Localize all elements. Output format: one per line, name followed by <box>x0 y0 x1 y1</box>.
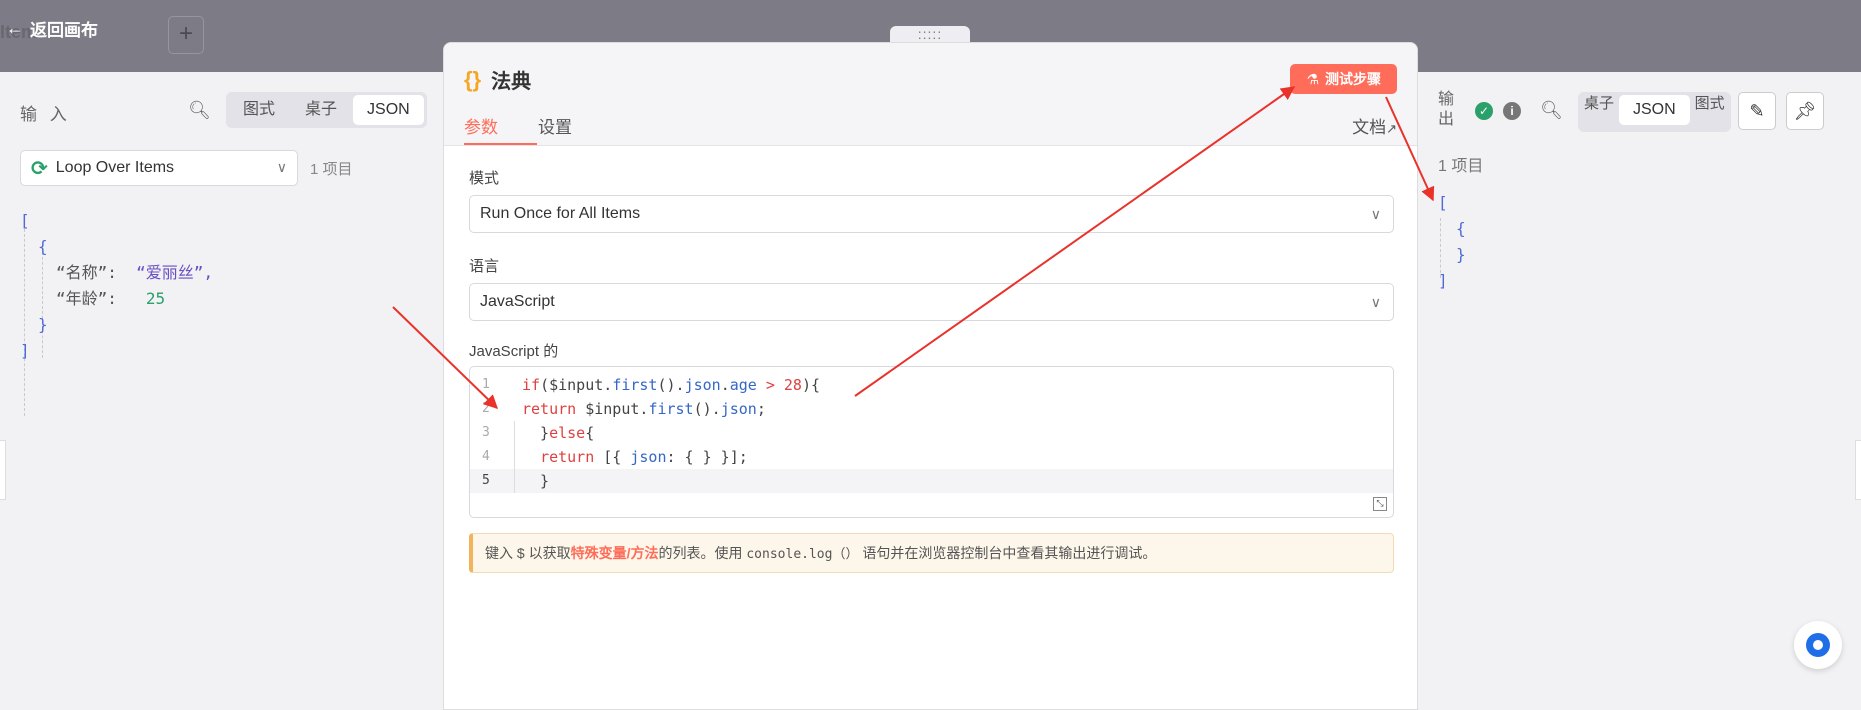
code-line: 5 } <box>470 469 1393 493</box>
arrow-left-icon: ← <box>6 18 24 38</box>
json-bracket: ] <box>1438 271 1448 290</box>
input-json-view: [ { “名称”: “爱丽丝”, “年龄”: 25 } ] <box>20 208 213 364</box>
mode-label: 模式 <box>469 170 500 187</box>
code-indent-guide <box>514 421 515 493</box>
input-view-switcher: 图式 桌子 JSON <box>226 92 427 128</box>
tab-settings[interactable]: 设置 <box>538 113 572 145</box>
flask-icon: ⚗ <box>1306 70 1319 87</box>
docs-link[interactable]: 文档↗ <box>1352 113 1397 138</box>
test-step-button[interactable]: ⚗ 测试步骤 <box>1290 64 1397 94</box>
chevron-down-icon: ∨ <box>1370 294 1381 310</box>
json-brace: { <box>1456 219 1466 238</box>
docs-label: 文档 <box>1352 118 1387 137</box>
chevron-down-icon: ∨ <box>1370 206 1381 222</box>
right-edge-tab[interactable] <box>1855 440 1861 500</box>
language-value: JavaScript <box>480 293 555 310</box>
mode-value: Run Once for All Items <box>480 205 641 222</box>
json-value: 25 <box>145 289 166 308</box>
hint-text: 的列表。使用 <box>658 545 747 561</box>
line-number: 4 <box>482 449 490 464</box>
code-line: 4 return [{ json: { } }]; <box>470 445 1393 469</box>
input-node-select[interactable]: ⟳ Loop Over Items ∨ <box>20 150 298 186</box>
output-view-json[interactable]: JSON <box>1619 95 1690 125</box>
json-brace: } <box>1456 245 1466 264</box>
output-panel-title: 输出 <box>1438 91 1455 128</box>
add-node-button[interactable]: + <box>168 16 204 54</box>
node-title: {} 法典 <box>464 65 531 94</box>
external-link-icon: ↗ <box>1386 121 1397 136</box>
input-view-table[interactable]: 桌子 <box>291 95 351 125</box>
output-item-count: 1 项目 <box>1438 158 1484 175</box>
line-number: 3 <box>482 425 490 440</box>
line-number: 1 <box>482 377 490 392</box>
input-item-count: 1 项目 <box>310 161 353 178</box>
output-json-view: [ { } ] <box>1438 190 1466 294</box>
test-step-label: 测试步骤 <box>1325 71 1381 87</box>
code-line: 3 }else{ <box>470 421 1393 445</box>
line-number: 5 <box>482 473 490 488</box>
output-view-table[interactable]: 桌子 <box>1581 95 1617 129</box>
code-line: 2 return $input.first().json; <box>470 397 1393 421</box>
language-label: 语言 <box>469 258 500 275</box>
language-select[interactable]: JavaScript ∨ <box>469 283 1394 321</box>
tab-parameters[interactable]: 参数 <box>464 113 537 145</box>
back-to-canvas-label: 返回画布 <box>30 21 98 40</box>
special-vars-link[interactable]: 特殊变量/方法 <box>571 545 659 561</box>
resize-icon[interactable]: ⤡ <box>1373 497 1387 511</box>
json-brace: } <box>38 315 48 334</box>
code-node-modal: {} 法典 ⚗ 测试步骤 参数 设置 文档↗ 模式 Run Once for A… <box>443 42 1418 710</box>
chevron-down-icon: ∨ <box>276 159 287 175</box>
json-bracket: [ <box>20 211 30 230</box>
mode-select[interactable]: Run Once for All Items ∨ <box>469 195 1394 233</box>
chat-button[interactable] <box>1794 621 1842 669</box>
input-node-name: Loop Over Items <box>55 159 175 176</box>
code-text: return [{ json: { } }]; <box>540 448 748 466</box>
edit-output-button[interactable]: ✎ <box>1738 92 1776 130</box>
code-hint: 键入 $ 以获取特殊变量/方法的列表。使用 console.log（） 语句并在… <box>469 533 1394 573</box>
hint-code: console.log（） <box>746 547 859 562</box>
pin-data-button[interactable]: 📌︎ <box>1786 92 1824 130</box>
input-view-schema[interactable]: 图式 <box>229 95 289 125</box>
node-title-text: 法典 <box>491 71 532 93</box>
back-to-canvas-link[interactable]: ← 返回画布 <box>6 16 98 41</box>
code-line: 1 if($input.first().json.age > 28){ <box>470 373 1393 397</box>
hint-text: 语句并在浏览器控制台中查看其输出进行调试。 <box>858 545 1157 561</box>
json-key: “名称”: <box>56 263 117 282</box>
pencil-icon: ✎ <box>1749 101 1765 121</box>
json-value: “爱丽丝”, <box>136 263 214 282</box>
hint-text: 键入 $ 以获取 <box>485 545 571 561</box>
input-panel: 输 入 🔍︎ 图式 桌子 JSON ⟳ Loop Over Items ∨ 1 … <box>0 72 443 710</box>
search-icon[interactable]: 🔍︎ <box>1540 100 1563 121</box>
code-text: } <box>522 472 550 490</box>
pin-icon: 📌︎ <box>1793 101 1817 121</box>
code-label: JavaScript 的 <box>469 343 559 360</box>
chat-icon <box>1806 633 1830 657</box>
json-bracket: ] <box>20 341 30 360</box>
search-icon[interactable]: 🔍︎ <box>188 100 211 121</box>
info-icon[interactable]: i <box>1503 102 1521 120</box>
output-panel: 输出 ✓ i 🔍︎ 桌子 JSON 图式 ✎ 📌︎ 1 项目 [ { } ] <box>1418 72 1861 710</box>
json-brace: { <box>38 237 48 256</box>
code-braces-icon: {} <box>464 66 482 92</box>
line-number: 2 <box>482 401 490 416</box>
output-view-schema[interactable]: 图式 <box>1692 95 1728 129</box>
json-key: “年龄”: <box>56 289 117 308</box>
code-text: return $input.first().json; <box>522 400 766 418</box>
input-view-json[interactable]: JSON <box>353 95 424 125</box>
json-bracket: [ <box>1438 193 1448 212</box>
code-text: if($input.first().json.age > 28){ <box>522 376 821 394</box>
check-circle-icon: ✓ <box>1475 102 1493 120</box>
loop-icon: ⟳ <box>31 157 48 180</box>
input-panel-title: 输 入 <box>20 105 71 124</box>
code-text: }else{ <box>522 424 595 442</box>
left-edge-tab[interactable] <box>0 440 6 500</box>
output-view-switcher: 桌子 JSON 图式 <box>1578 92 1731 132</box>
modal-header: {} 法典 ⚗ 测试步骤 参数 设置 文档↗ <box>444 43 1417 146</box>
code-editor[interactable]: 1 if($input.first().json.age > 28){ 2 re… <box>469 366 1394 518</box>
